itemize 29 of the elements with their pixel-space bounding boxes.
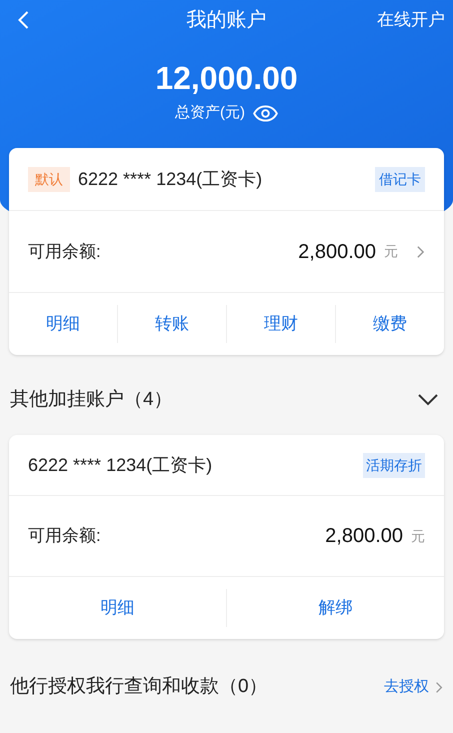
back-icon[interactable] [16, 10, 30, 30]
balance-amount: 2,800.00 [325, 524, 403, 549]
chevron-down-icon[interactable] [418, 394, 438, 406]
account-action-button[interactable]: 理财 [256, 305, 306, 343]
balance-amount: 2,800.00 [298, 240, 376, 264]
currency-unit: 元 [384, 242, 398, 261]
total-label: 总资产(元) [175, 102, 245, 123]
account-action-button[interactable]: 明细 [38, 305, 88, 343]
balance-label: 可用余额: [28, 525, 101, 548]
account-number: 6222 **** 1234(工资卡) [78, 168, 262, 191]
page-title: 我的账户 [186, 8, 266, 33]
total-amount: 12,000.00 [155, 59, 298, 98]
account-action-button[interactable]: 明细 [92, 589, 142, 627]
chevron-right-icon [416, 244, 425, 258]
account-number: 6222 **** 1234(工资卡) [28, 454, 212, 477]
account-action-button[interactable]: 缴费 [365, 305, 415, 343]
authorize-link[interactable]: 去授权 [384, 676, 429, 698]
account-action-button[interactable]: 解绑 [310, 589, 360, 627]
account-action-button[interactable]: 转账 [147, 305, 197, 343]
section-title: 他行授权我行查询和收款（0） [10, 674, 268, 699]
card-type-badge: 借记卡 [375, 166, 425, 192]
section-title: 其他加挂账户（4） [10, 388, 173, 412]
open-account-link[interactable]: 在线开户 [377, 7, 445, 33]
balance-label: 可用余额: [28, 240, 101, 263]
chevron-right-icon [435, 680, 443, 694]
card-type-badge: 活期存折 [363, 452, 425, 478]
default-badge: 默认 [28, 166, 70, 192]
currency-unit: 元 [411, 526, 425, 546]
eye-icon[interactable] [253, 104, 278, 122]
